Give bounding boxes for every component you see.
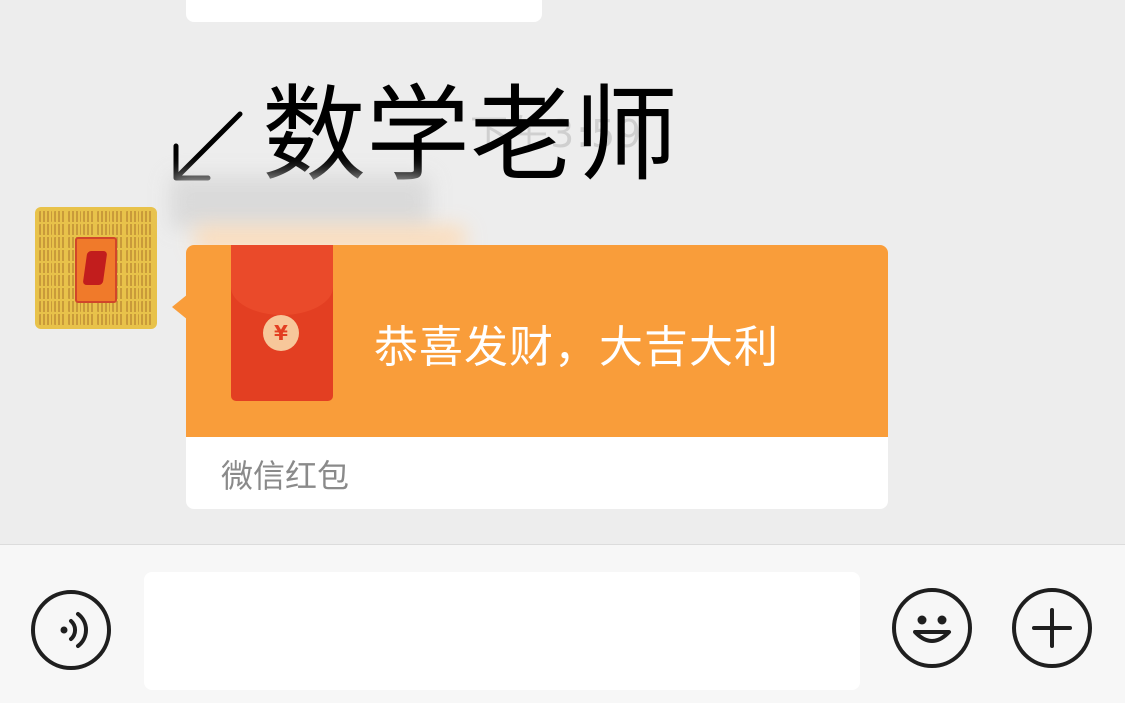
plus-icon xyxy=(1032,608,1072,648)
more-button[interactable] xyxy=(1012,588,1092,668)
red-packet-greeting: 恭喜发财，大吉大利 xyxy=(374,322,779,373)
yuan-coin-icon: ¥ xyxy=(263,315,299,351)
sender-avatar[interactable] xyxy=(35,207,157,329)
voice-button[interactable] xyxy=(31,590,111,670)
voice-icon xyxy=(60,612,88,648)
red-packet-footer-label: 微信红包 xyxy=(221,457,350,495)
red-packet-card[interactable]: ¥ 恭喜发财，大吉大利 微信红包 xyxy=(186,245,888,509)
emoji-button[interactable] xyxy=(892,588,972,668)
fortune-emblem-icon xyxy=(75,237,117,303)
emoji-icon xyxy=(913,615,951,643)
chat-screen: 下午3:59 数学老师 ¥ 恭喜发财，大吉大利 微信红包 xyxy=(0,0,1125,703)
sender-name-blurred xyxy=(170,176,430,228)
message-input[interactable] xyxy=(144,572,860,690)
previous-message-bubble[interactable] xyxy=(186,0,542,22)
red-envelope-icon: ¥ xyxy=(231,245,333,401)
red-packet-header: ¥ 恭喜发财，大吉大利 xyxy=(186,245,888,437)
